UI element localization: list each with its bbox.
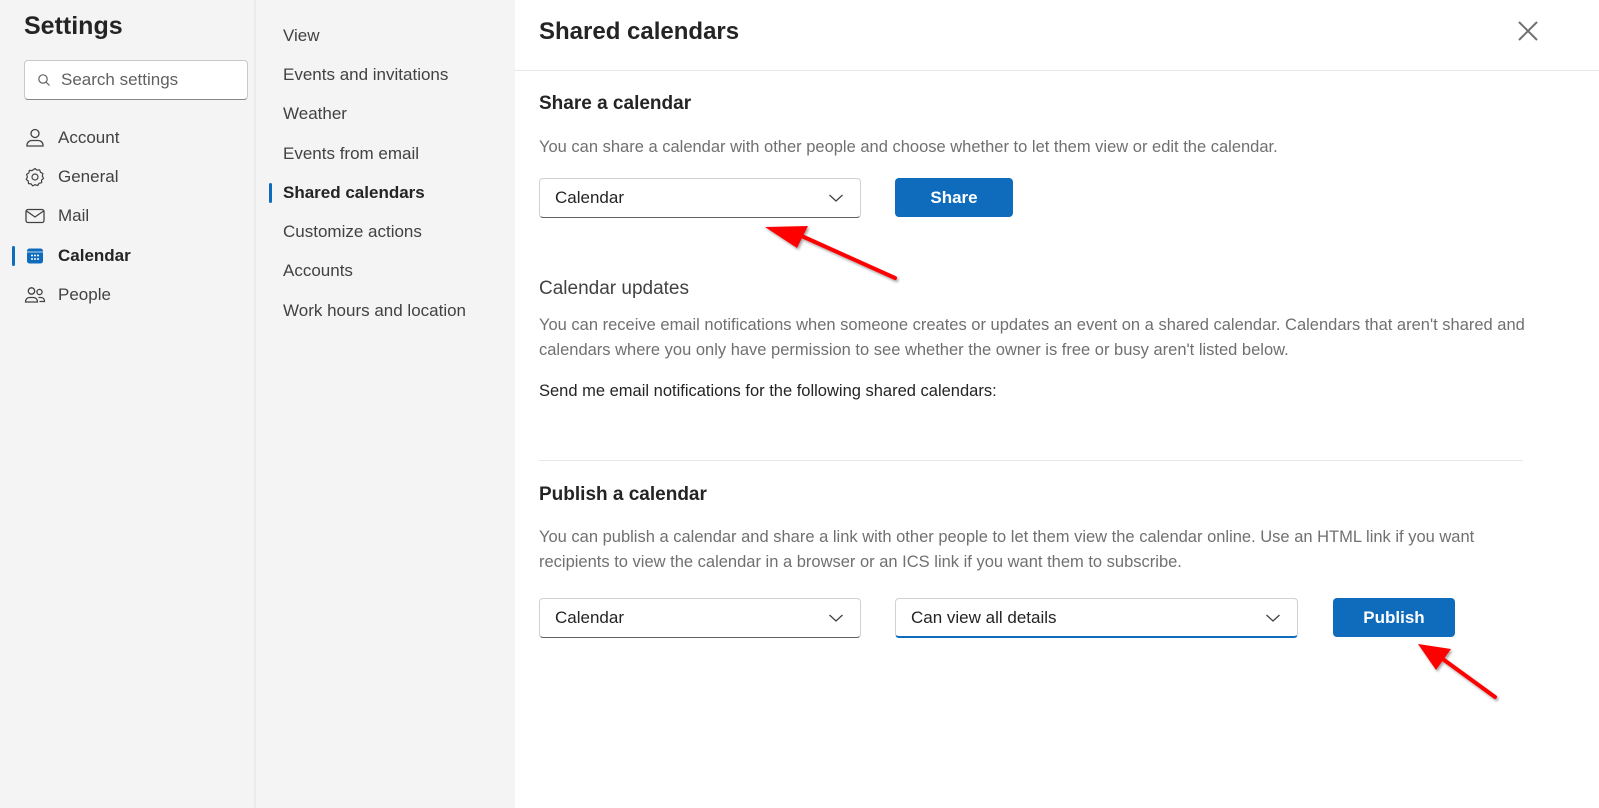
subnav-item-events-and-invitations[interactable]: Events and invitations xyxy=(268,55,515,94)
calendar-updates-title: Calendar updates xyxy=(539,278,689,299)
search-settings-box[interactable] xyxy=(24,60,248,100)
calendar-subnav: View Events and invitations Weather Even… xyxy=(268,0,515,808)
publish-section-title: Publish a calendar xyxy=(539,484,707,505)
settings-sidebar: Settings Account General Mail xyxy=(0,0,255,808)
subnav-item-accounts[interactable]: Accounts xyxy=(268,252,515,291)
select-value: Calendar xyxy=(555,188,624,207)
section-divider xyxy=(539,460,1523,461)
share-button[interactable]: Share xyxy=(895,178,1013,217)
nav-item-people[interactable]: People xyxy=(0,275,255,314)
subnav-label: View xyxy=(283,25,320,45)
settings-title: Settings xyxy=(24,12,123,40)
close-icon xyxy=(1516,19,1540,48)
subnav-label: Accounts xyxy=(283,261,353,281)
gear-icon xyxy=(24,166,48,188)
subnav-label: Weather xyxy=(283,104,347,124)
nav-item-account[interactable]: Account xyxy=(0,118,255,157)
subnav-item-customize-actions[interactable]: Customize actions xyxy=(268,212,515,251)
subnav-label: Work hours and location xyxy=(283,300,467,320)
publish-button[interactable]: Publish xyxy=(1333,598,1455,637)
subnav-item-events-from-email[interactable]: Events from email xyxy=(268,134,515,173)
nav-item-mail[interactable]: Mail xyxy=(0,197,255,236)
nav-item-label: General xyxy=(58,166,119,186)
nav-item-general[interactable]: General xyxy=(0,157,255,196)
settings-nav: Account General Mail Calendar People xyxy=(0,118,255,314)
subnav-item-shared-calendars[interactable]: Shared calendars xyxy=(268,173,515,212)
nav-item-label: Mail xyxy=(58,206,90,226)
share-calendar-select[interactable]: Calendar xyxy=(539,178,861,218)
active-indicator xyxy=(12,245,15,266)
nav-item-label: Account xyxy=(58,127,120,147)
select-value: Calendar xyxy=(555,608,624,627)
mail-icon xyxy=(24,205,48,227)
nav-item-calendar[interactable]: Calendar xyxy=(0,236,255,275)
select-value: Can view all details xyxy=(911,607,1057,627)
search-settings-input[interactable] xyxy=(61,70,231,90)
people-icon xyxy=(24,284,48,306)
subnav-label: Customize actions xyxy=(283,222,422,242)
active-indicator xyxy=(269,183,272,204)
calendar-icon xyxy=(24,245,48,267)
close-button[interactable] xyxy=(1513,18,1543,48)
chevron-down-icon xyxy=(1265,612,1281,624)
calendar-updates-description: You can receive email notifications when… xyxy=(539,316,1525,359)
pane-header: Shared calendars xyxy=(515,0,1599,71)
subnav-item-work-hours-and-location[interactable]: Work hours and location xyxy=(268,291,515,330)
nav-item-label: People xyxy=(58,284,111,304)
notifications-prompt: Send me email notifications for the foll… xyxy=(539,382,997,400)
subnav-label: Shared calendars xyxy=(283,182,425,202)
subnav-label: Events and invitations xyxy=(283,64,449,84)
search-icon xyxy=(37,73,51,87)
share-description: You can share a calendar with other peop… xyxy=(539,138,1278,156)
chevron-down-icon xyxy=(828,192,844,204)
subnav-item-view[interactable]: View xyxy=(268,16,515,55)
subnav-item-weather[interactable]: Weather xyxy=(268,95,515,134)
publish-calendar-select[interactable]: Calendar xyxy=(539,598,861,638)
chevron-down-icon xyxy=(828,612,844,624)
shared-calendars-pane: Shared calendars Share a calendar You ca… xyxy=(515,0,1599,808)
nav-item-label: Calendar xyxy=(58,245,131,265)
column-divider xyxy=(255,0,268,808)
page-title: Shared calendars xyxy=(539,18,740,45)
share-section-title: Share a calendar xyxy=(539,93,692,114)
publish-permission-select[interactable]: Can view all details xyxy=(895,598,1298,638)
subnav-label: Events from email xyxy=(283,143,420,163)
person-icon xyxy=(24,127,48,149)
publish-description: You can publish a calendar and share a l… xyxy=(539,528,1475,571)
